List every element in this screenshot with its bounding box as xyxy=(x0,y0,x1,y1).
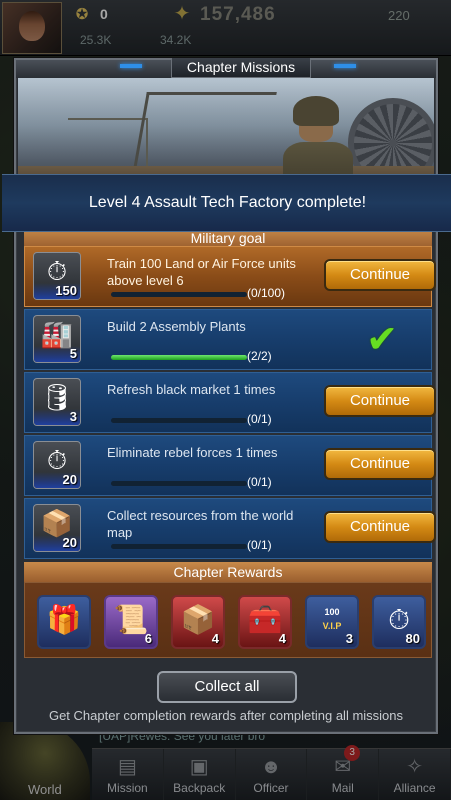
chapter-missions-dialog: Chapter Missions Level 4 Assault Tech Fa… xyxy=(2,58,451,734)
continue-button[interactable]: Continue xyxy=(324,259,436,291)
title-light-left xyxy=(120,64,142,68)
vip-medal-icon[interactable]: 100 V.I.P 3 xyxy=(305,595,359,649)
stopwatch-icon[interactable]: ⏱ 80 xyxy=(372,595,426,649)
mission-count: (0/1) xyxy=(247,538,272,552)
treasure-chest-icon[interactable]: 🎁 xyxy=(37,595,91,649)
weapon-crate-icon[interactable]: 🧰 4 xyxy=(238,595,292,649)
mission-text: Build 2 Assembly Plants xyxy=(107,319,246,334)
stopwatch-icon: ⏱ 20 xyxy=(33,441,81,489)
supply-crate-icon: 📦 20 xyxy=(33,504,81,552)
reward-count: 4 xyxy=(278,631,286,646)
title-light-right xyxy=(334,64,356,68)
mission-icon-count: 3 xyxy=(69,409,77,424)
rewards-panel: 🎁 📜 6 📦 4 🧰 4 100 V.I.P 3 ⏱ 80 xyxy=(24,582,432,658)
reward-count: 80 xyxy=(405,631,420,646)
mission-text: Train 100 Land or Air Force units above … xyxy=(107,256,296,288)
mission-icon-count: 150 xyxy=(55,283,77,298)
mission-progress-bar xyxy=(111,292,247,297)
mission-count: (2/2) xyxy=(247,349,272,363)
mission-progress-bar xyxy=(111,418,247,423)
mission-text: Collect resources from the world map xyxy=(107,508,294,540)
mission-row[interactable]: ⏱ 150 Train 100 Land or Air Force units … xyxy=(24,246,436,307)
mission-list: ⏱ 150 Train 100 Land or Air Force units … xyxy=(24,246,436,561)
mission-count: (0/1) xyxy=(247,412,272,426)
supply-barrel-icon: 🛢 3 xyxy=(33,378,81,426)
check-icon: ✔ xyxy=(366,319,398,361)
mission-row[interactable]: 📦 20 Collect resources from the world ma… xyxy=(24,498,436,559)
chapter-rewards-header: Chapter Rewards xyxy=(24,562,432,582)
mission-progress-bar xyxy=(111,481,247,486)
mission-icon-count: 20 xyxy=(62,535,77,550)
soldier-helmet xyxy=(293,96,339,126)
mission-count: (0/100) xyxy=(247,286,286,300)
completion-notice: Level 4 Assault Tech Factory complete! xyxy=(2,174,451,232)
collect-all-button[interactable]: Collect all xyxy=(157,671,297,703)
mission-text: Eliminate rebel forces 1 times xyxy=(107,445,278,460)
mission-progress-bar xyxy=(111,544,247,549)
treasure-chest-glyph: 🎁 xyxy=(46,604,82,635)
mission-count: (0/1) xyxy=(247,475,272,489)
mission-progress-bar xyxy=(111,355,247,360)
vip-medal-label: V.I.P xyxy=(322,621,342,631)
stopwatch-icon: ⏱ 150 xyxy=(33,252,81,300)
mission-row[interactable]: 🏭 5 Build 2 Assembly Plants (2/2) ✔ xyxy=(24,309,432,370)
mission-row[interactable]: 🛢 3 Refresh black market 1 times (0/1) C… xyxy=(24,372,436,433)
assembly-plant-icon: 🏭 5 xyxy=(33,315,81,363)
continue-button[interactable]: Continue xyxy=(324,511,436,543)
dialog-title: Chapter Missions xyxy=(171,58,311,78)
mission-icon-count: 5 xyxy=(69,346,77,361)
continue-button[interactable]: Continue xyxy=(324,448,436,480)
mission-text: Refresh black market 1 times xyxy=(107,382,276,397)
ammo-crate-icon[interactable]: 📦 4 xyxy=(171,595,225,649)
reward-count: 4 xyxy=(211,631,219,646)
progress-fill xyxy=(111,355,247,360)
mission-icon-count: 20 xyxy=(62,472,77,487)
mission-row[interactable]: ⏱ 20 Eliminate rebel forces 1 times (0/1… xyxy=(24,435,436,496)
rewards-footer-note: Get Chapter completion rewards after com… xyxy=(48,708,404,723)
document-chest-icon[interactable]: 📜 6 xyxy=(104,595,158,649)
continue-button[interactable]: Continue xyxy=(324,385,436,417)
reward-count: 3 xyxy=(345,631,353,646)
reward-count: 6 xyxy=(144,631,152,646)
vip-medal-value: 100 xyxy=(324,607,340,617)
